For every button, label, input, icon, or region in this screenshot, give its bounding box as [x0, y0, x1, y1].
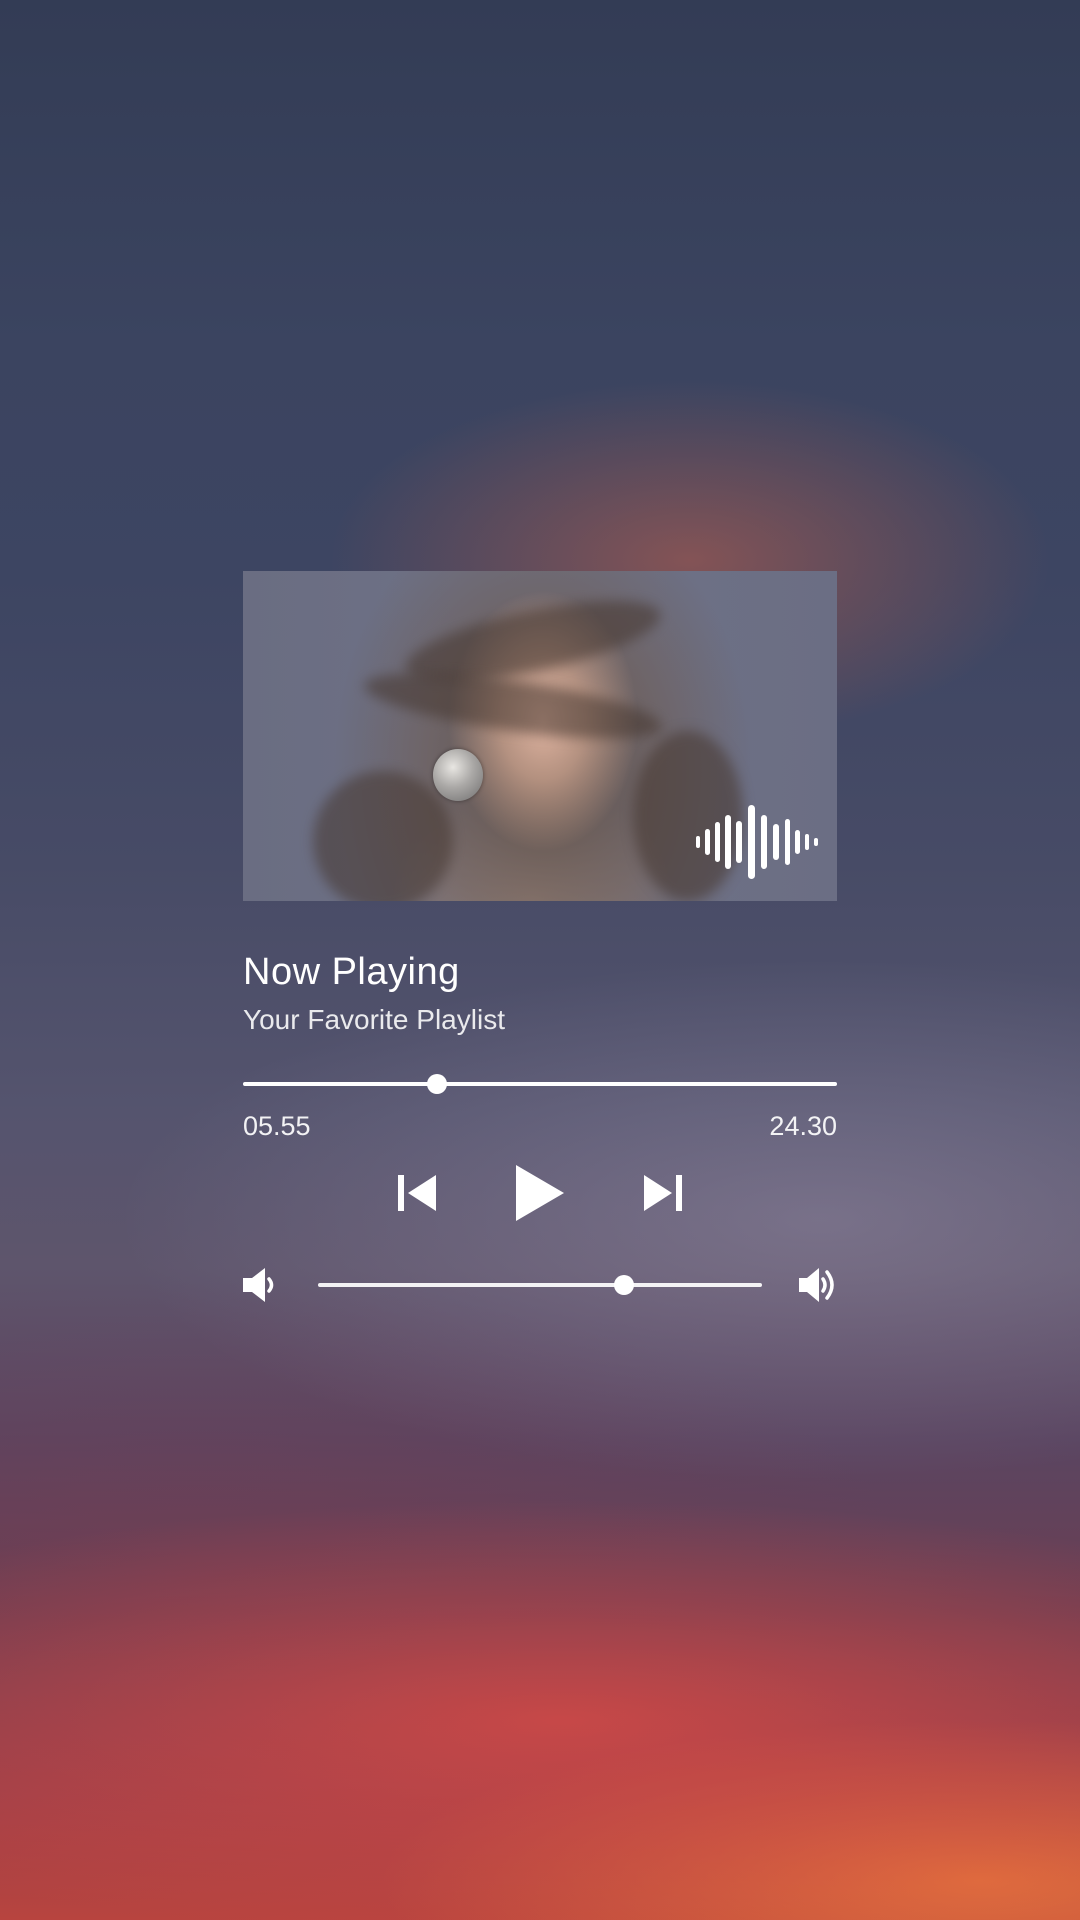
skip-previous-icon[interactable]	[398, 1173, 438, 1213]
music-player: Now Playing Your Favorite Playlist 05.55…	[243, 571, 837, 1305]
earring	[433, 749, 483, 801]
time-row: 05.55 24.30	[243, 1109, 837, 1143]
volume-high-icon[interactable]	[799, 1267, 837, 1303]
volume-handle[interactable]	[614, 1275, 635, 1295]
playback-controls	[243, 1161, 837, 1225]
soundwave-icon	[696, 805, 818, 879]
elapsed-time: 05.55	[243, 1111, 311, 1141]
total-duration: 24.30	[769, 1111, 837, 1141]
album-art	[243, 571, 837, 901]
volume-row	[243, 1265, 837, 1305]
skip-next-icon[interactable]	[642, 1173, 682, 1213]
progress-slider[interactable]	[243, 1073, 837, 1095]
progress-handle[interactable]	[426, 1074, 447, 1094]
now-playing-title: Now Playing	[243, 951, 460, 993]
volume-low-icon[interactable]	[243, 1267, 281, 1303]
volume-track[interactable]	[318, 1283, 762, 1287]
play-icon[interactable]	[512, 1163, 566, 1223]
progress-track[interactable]	[243, 1082, 837, 1086]
playlist-name: Your Favorite Playlist	[243, 1004, 505, 1035]
volume-slider[interactable]	[318, 1274, 762, 1296]
